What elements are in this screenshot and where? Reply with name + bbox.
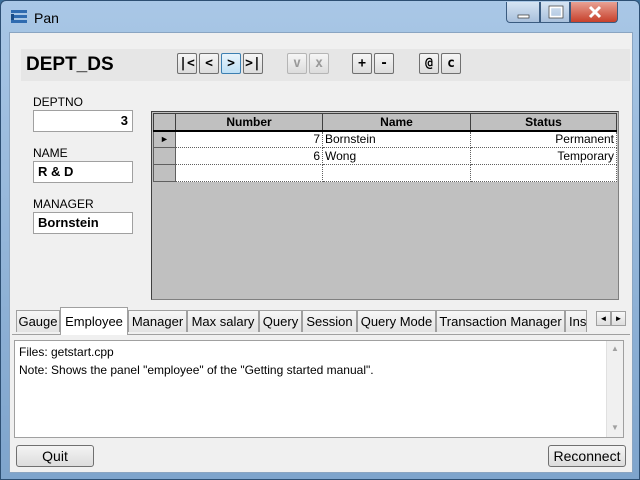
cell-number[interactable]: 7 bbox=[175, 130, 323, 148]
maximize-icon bbox=[548, 5, 564, 19]
client-area: DEPT_DS |< < > >| v x + - @ c DEPTNO 3 N… bbox=[9, 32, 633, 473]
notes-description-line: Note: Shows the panel "employee" of the … bbox=[19, 363, 374, 377]
tab-bar: Gauge Employee Manager Max salary Query … bbox=[12, 307, 630, 335]
app-window: Pan DEPT_DS |< < > >| v x + - @ c DEPTNO… bbox=[0, 0, 640, 480]
notes-textarea[interactable]: Files: getstart.cpp Note: Shows the pane… bbox=[14, 340, 624, 438]
cell-number[interactable] bbox=[175, 164, 323, 182]
cell-status[interactable]: Permanent bbox=[470, 130, 617, 148]
minimize-icon bbox=[517, 14, 530, 19]
app-icon bbox=[10, 9, 28, 25]
employee-grid[interactable]: Number Name Status ► 7 Bornstein Permane… bbox=[151, 111, 619, 300]
insert-record-button[interactable]: + bbox=[352, 53, 372, 74]
name-field[interactable]: R & D bbox=[33, 161, 133, 183]
refresh-button[interactable]: @ bbox=[419, 53, 439, 74]
title-bar[interactable]: Pan bbox=[1, 1, 639, 33]
tab-employee[interactable]: Employee bbox=[60, 307, 128, 335]
clear-button[interactable]: c bbox=[441, 53, 461, 74]
minimize-button[interactable] bbox=[506, 2, 540, 23]
tab-transaction-manager[interactable]: Transaction Manager bbox=[436, 310, 565, 332]
row-indicator-icon[interactable]: ► bbox=[153, 130, 176, 148]
tab-scroll-right-icon[interactable]: ► bbox=[611, 311, 626, 326]
name-label: NAME bbox=[33, 146, 68, 160]
tab-gauge[interactable]: Gauge bbox=[16, 310, 60, 332]
close-icon bbox=[588, 5, 602, 19]
manager-field[interactable]: Bornstein bbox=[33, 212, 133, 234]
cell-name[interactable]: Wong bbox=[322, 147, 471, 165]
notes-scrollbar[interactable]: ▲ ▼ bbox=[606, 341, 623, 437]
scroll-up-icon[interactable]: ▲ bbox=[611, 344, 619, 353]
delete-record-button[interactable]: - bbox=[374, 53, 394, 74]
table-row[interactable]: 6 Wong Temporary bbox=[153, 147, 617, 165]
row-indicator[interactable] bbox=[153, 147, 176, 165]
deptno-field[interactable]: 3 bbox=[33, 110, 133, 132]
column-header-status[interactable]: Status bbox=[470, 113, 617, 132]
row-indicator[interactable] bbox=[153, 164, 176, 182]
cell-name[interactable] bbox=[322, 164, 471, 182]
dept-form: DEPT_DS |< < > >| v x + - @ c DEPTNO 3 N… bbox=[12, 35, 630, 307]
tab-scroll-left-icon[interactable]: ◄ bbox=[596, 311, 611, 326]
notes-files-line: Files: getstart.cpp bbox=[19, 345, 114, 359]
cell-status[interactable]: Temporary bbox=[470, 147, 617, 165]
prev-record-button[interactable]: < bbox=[199, 53, 219, 74]
quit-button[interactable]: Quit bbox=[16, 445, 94, 467]
maximize-button[interactable] bbox=[540, 2, 570, 23]
tab-session[interactable]: Session bbox=[302, 310, 357, 332]
column-header-number[interactable]: Number bbox=[175, 113, 323, 132]
cancel-edit-button[interactable]: x bbox=[309, 53, 329, 74]
cell-name[interactable]: Bornstein bbox=[322, 130, 471, 148]
tab-max-salary[interactable]: Max salary bbox=[187, 310, 259, 332]
next-record-button[interactable]: > bbox=[221, 53, 241, 74]
first-record-button[interactable]: |< bbox=[177, 53, 197, 74]
table-row[interactable]: ► 7 Bornstein Permanent bbox=[153, 130, 617, 148]
manager-label: MANAGER bbox=[33, 197, 94, 211]
commit-button[interactable]: v bbox=[287, 53, 307, 74]
grid-corner[interactable] bbox=[153, 113, 176, 132]
table-row-new[interactable] bbox=[153, 164, 617, 182]
close-button[interactable] bbox=[570, 2, 618, 23]
grid-header-row: Number Name Status bbox=[153, 113, 617, 132]
form-title: DEPT_DS bbox=[26, 54, 114, 75]
deptno-label: DEPTNO bbox=[33, 95, 84, 109]
tab-ins[interactable]: Ins bbox=[565, 310, 587, 332]
tab-query[interactable]: Query bbox=[259, 310, 302, 332]
last-record-button[interactable]: >| bbox=[243, 53, 263, 74]
tab-query-mode[interactable]: Query Mode bbox=[357, 310, 436, 332]
reconnect-button[interactable]: Reconnect bbox=[548, 445, 626, 467]
window-title: Pan bbox=[34, 10, 59, 26]
column-header-name[interactable]: Name bbox=[322, 113, 471, 132]
tab-manager[interactable]: Manager bbox=[128, 310, 187, 332]
scroll-down-icon[interactable]: ▼ bbox=[611, 423, 619, 432]
cell-number[interactable]: 6 bbox=[175, 147, 323, 165]
cell-status[interactable] bbox=[470, 164, 617, 182]
